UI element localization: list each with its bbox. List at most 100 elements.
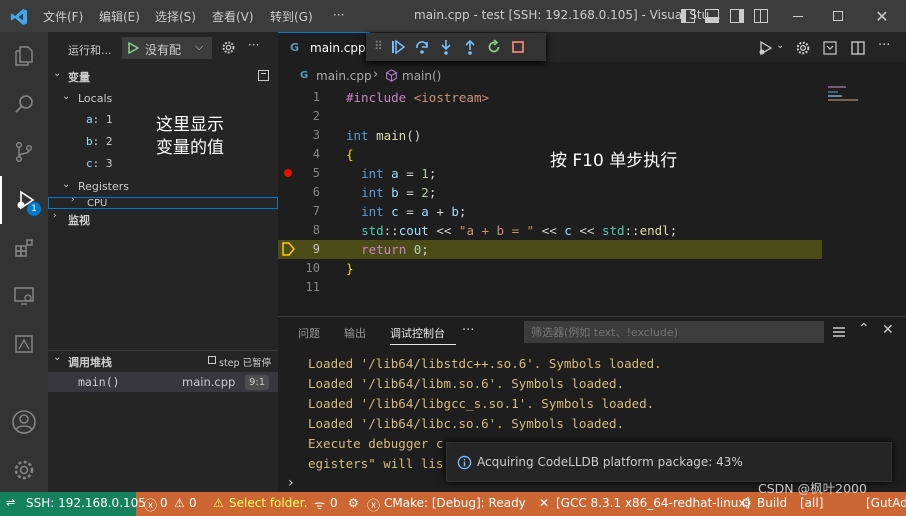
code-line[interactable]: int c = a + b; bbox=[346, 204, 466, 219]
frame-function: main() bbox=[78, 375, 120, 389]
registers-scope[interactable]: Registers bbox=[78, 180, 129, 193]
sidebar-more-icon[interactable]: ··· bbox=[248, 38, 259, 52]
menu-view[interactable]: 查看(V) bbox=[212, 8, 254, 25]
debug-toolbar: ⠿ bbox=[366, 33, 546, 61]
search-icon[interactable] bbox=[0, 80, 48, 128]
debug-status-icon[interactable]: ⚙ bbox=[348, 496, 359, 510]
account-icon[interactable] bbox=[0, 398, 48, 446]
remote-ssh-indicator[interactable]: ⇌ SSH: 192.168.0.105 bbox=[0, 492, 146, 516]
locals-scope[interactable]: Locals bbox=[78, 92, 112, 105]
run-debug-dropdown-icon[interactable] bbox=[758, 40, 774, 56]
menu-more[interactable]: ··· bbox=[333, 8, 344, 22]
start-debug-icon[interactable] bbox=[127, 42, 139, 54]
warning-icon[interactable]: ⚠ bbox=[174, 496, 185, 510]
code-line[interactable]: int b = 2; bbox=[346, 185, 436, 200]
debug-config-select[interactable]: 没有配 ⌵ bbox=[122, 37, 212, 59]
build-target[interactable]: [all] bbox=[800, 496, 823, 510]
stack-frame-row[interactable]: main() main.cpp 9:1 bbox=[48, 372, 278, 392]
word-wrap-icon[interactable] bbox=[832, 326, 846, 338]
code-line[interactable]: int main() bbox=[346, 128, 421, 143]
console-prompt-icon[interactable]: › bbox=[288, 475, 294, 491]
variable-row[interactable]: c: 3 bbox=[86, 157, 113, 170]
cmake-settings-gear-icon[interactable] bbox=[795, 40, 811, 56]
extensions-icon[interactable] bbox=[0, 224, 48, 272]
code-line[interactable]: std::cout << "a + b = " << c << std::end… bbox=[346, 223, 677, 238]
tab-main-cpp[interactable]: G main.cpp bbox=[278, 32, 370, 62]
open-changes-icon[interactable] bbox=[822, 40, 838, 56]
chevron-down-icon[interactable]: ⌄ bbox=[62, 179, 70, 190]
step-over-icon[interactable] bbox=[414, 39, 430, 55]
restart-icon[interactable] bbox=[486, 39, 502, 55]
customize-layout-icon[interactable] bbox=[754, 9, 768, 23]
menu-goto[interactable]: 转到(G) bbox=[270, 8, 313, 25]
code-line[interactable]: } bbox=[346, 261, 354, 276]
explorer-icon[interactable] bbox=[0, 32, 48, 80]
toggle-panel-icon[interactable] bbox=[705, 9, 719, 23]
toggle-secondary-sidebar-icon[interactable] bbox=[730, 9, 744, 23]
close-panel-icon[interactable]: ✕ bbox=[882, 322, 894, 338]
build-target-extra[interactable]: [GutAdd bbox=[866, 496, 906, 510]
tools-icon[interactable]: ✕ bbox=[539, 496, 549, 510]
cpu-registers-row[interactable]: › CPU bbox=[48, 197, 278, 209]
split-editor-icon[interactable] bbox=[850, 40, 866, 56]
stop-icon[interactable] bbox=[510, 39, 526, 55]
minimize-button[interactable] bbox=[778, 0, 818, 32]
breadcrumb-symbol[interactable]: main() bbox=[402, 69, 441, 83]
menu-edit[interactable]: 编辑(E) bbox=[99, 8, 140, 25]
build-gear-icon[interactable]: ⚙ bbox=[741, 496, 752, 510]
source-control-icon[interactable] bbox=[0, 128, 48, 176]
close-circle-icon[interactable]: ⓧ bbox=[367, 495, 380, 514]
variables-header[interactable]: 变量 bbox=[68, 69, 90, 85]
tab-output[interactable]: 输出 bbox=[344, 325, 366, 341]
drag-handle-icon[interactable]: ⠿ bbox=[374, 39, 383, 53]
error-count[interactable]: 0 bbox=[160, 496, 168, 510]
tab-debug-console[interactable]: 调试控制台 bbox=[390, 325, 445, 341]
editor-more-icon[interactable]: ··· bbox=[878, 38, 890, 53]
close-button[interactable]: ✕ bbox=[862, 0, 902, 32]
variable-row[interactable]: b: 2 bbox=[86, 135, 113, 148]
ports-icon[interactable]: ᯤ bbox=[314, 496, 325, 513]
cmake-kit[interactable]: [GCC 8.3.1 x86_64-redhat-linux] bbox=[556, 496, 750, 510]
code-line[interactable]: #include <iostream> bbox=[346, 90, 489, 105]
debug-console-filter-input[interactable] bbox=[524, 321, 824, 343]
build-button[interactable]: Build bbox=[757, 496, 787, 510]
toggle-sidebar-icon[interactable] bbox=[681, 9, 695, 23]
run-debug-icon[interactable]: 1 bbox=[0, 176, 48, 224]
warning-count[interactable]: 0 bbox=[189, 496, 197, 510]
method-symbol-icon bbox=[386, 69, 397, 82]
watch-header[interactable]: 监视 bbox=[68, 212, 90, 228]
remote-explorer-icon[interactable] bbox=[0, 272, 48, 320]
line-number: 8 bbox=[312, 223, 320, 237]
cmake-icon[interactable] bbox=[0, 320, 48, 368]
collapse-all-icon[interactable] bbox=[258, 70, 269, 81]
chevron-down-icon[interactable]: ⌄ bbox=[62, 91, 70, 102]
select-folder-status[interactable]: Select folder. bbox=[229, 496, 307, 510]
menu-selection[interactable]: 选择(S) bbox=[155, 8, 196, 25]
menu-file[interactable]: 文件(F) bbox=[43, 8, 83, 25]
panel-more-icon[interactable]: ··· bbox=[462, 323, 474, 338]
chevron-down-icon[interactable]: ⌄ bbox=[776, 40, 784, 51]
settings-gear-icon[interactable] bbox=[0, 446, 48, 494]
chevron-down-icon[interactable]: ⌄ bbox=[53, 68, 61, 79]
breadcrumb-file[interactable]: main.cpp bbox=[316, 69, 372, 83]
cmake-status[interactable]: CMake: [Debug]: Ready bbox=[384, 496, 526, 510]
error-icon[interactable]: ⓧ bbox=[144, 495, 157, 514]
maximize-button[interactable] bbox=[818, 0, 858, 32]
minimap[interactable] bbox=[828, 86, 874, 110]
callstack-header[interactable]: 调用堆栈 bbox=[68, 354, 112, 370]
breakpoint-icon[interactable] bbox=[284, 169, 292, 177]
variable-row[interactable]: a: 1 bbox=[86, 113, 113, 126]
continue-icon[interactable] bbox=[390, 39, 406, 55]
step-out-icon[interactable] bbox=[462, 39, 478, 55]
code-line[interactable]: { bbox=[346, 147, 354, 162]
maximize-panel-icon[interactable]: ⌃ bbox=[858, 321, 870, 337]
notification-toast[interactable]: Acquiring CodeLLDB platform package: 43% bbox=[446, 442, 892, 482]
code-line[interactable]: return 0; bbox=[346, 242, 429, 257]
debug-settings-gear-icon[interactable] bbox=[221, 40, 236, 55]
chevron-right-icon[interactable]: › bbox=[53, 211, 57, 221]
step-into-icon[interactable] bbox=[438, 39, 454, 55]
chevron-down-icon[interactable]: ⌄ bbox=[53, 352, 61, 363]
tab-problems[interactable]: 问题 bbox=[298, 325, 320, 341]
ports-count[interactable]: 0 bbox=[330, 496, 338, 510]
code-line[interactable]: int a = 1; bbox=[346, 166, 436, 181]
